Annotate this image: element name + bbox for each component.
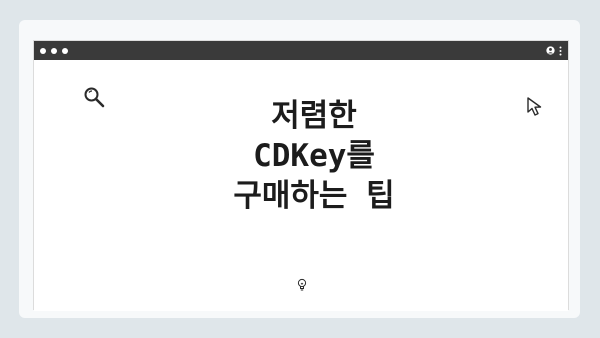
more-vertical-icon[interactable] (559, 46, 562, 56)
cursor-icon (527, 97, 542, 116)
maximize-window-button[interactable] (62, 47, 68, 54)
page-title-line: 저렴한 (271, 98, 357, 134)
desktop-backdrop: 저렴한 CDKey를 구매하는 팁 (0, 0, 600, 338)
search-icon (84, 87, 105, 108)
titlebar-actions (546, 46, 562, 56)
window-controls (40, 47, 68, 54)
profile-icon[interactable] (546, 46, 555, 55)
browser-frame: 저렴한 CDKey를 구매하는 팁 (33, 40, 569, 311)
page-title-line: CDKey를 (253, 138, 375, 174)
page-title: 저렴한 CDKey를 구매하는 팁 (194, 96, 434, 216)
page-content: 저렴한 CDKey를 구매하는 팁 (34, 60, 568, 311)
browser-titlebar (34, 41, 568, 60)
page-title-line: 구매하는 팁 (233, 178, 395, 214)
close-window-button[interactable] (40, 47, 46, 54)
minimize-window-button[interactable] (51, 47, 57, 54)
lightbulb-icon (297, 278, 307, 291)
